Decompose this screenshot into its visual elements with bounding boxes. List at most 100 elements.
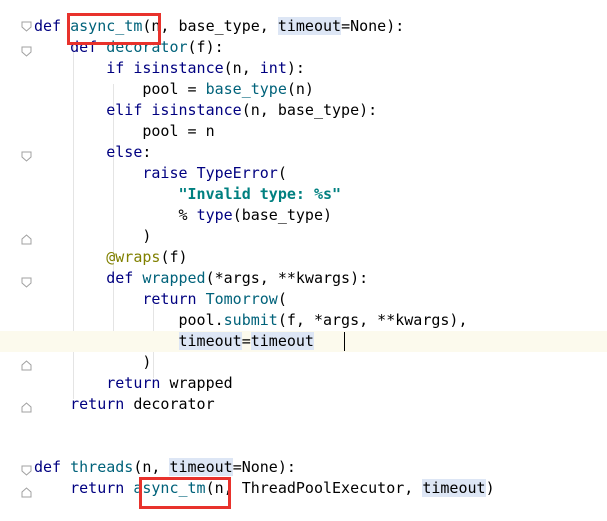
code-token: wrapped bbox=[142, 269, 206, 287]
code-token: (f, *args, **kwargs), bbox=[277, 311, 468, 329]
code-token: TypeError bbox=[196, 164, 278, 182]
code-token: (*args, **kwargs): bbox=[205, 269, 369, 287]
code-line[interactable]: return Tomorrow( bbox=[0, 289, 607, 310]
code-token: (n, ThreadPoolExecutor, bbox=[205, 479, 423, 497]
code-line[interactable]: if isinstance(n, int): bbox=[0, 58, 607, 79]
code-line[interactable] bbox=[0, 415, 607, 436]
annotation-box-async-tm-call bbox=[139, 477, 231, 509]
code-line[interactable]: pool.submit(f, *args, **kwargs), bbox=[0, 310, 607, 331]
code-text: return Tomorrow( bbox=[34, 289, 287, 310]
code-line[interactable]: raise TypeError( bbox=[0, 163, 607, 184]
code-token: ( bbox=[277, 290, 287, 308]
code-line[interactable]: pool = n bbox=[0, 121, 607, 142]
code-token: raise bbox=[142, 164, 197, 182]
code-token: (f): bbox=[187, 38, 224, 56]
code-token: timeout bbox=[422, 479, 486, 497]
code-text: % type(base_type) bbox=[34, 205, 332, 226]
code-token: timeout bbox=[178, 332, 242, 350]
code-line[interactable] bbox=[0, 436, 607, 457]
code-token: return bbox=[142, 290, 206, 308]
code-token: ) bbox=[34, 353, 152, 371]
code-token: def bbox=[106, 269, 143, 287]
code-token: @wraps bbox=[106, 248, 161, 266]
code-token: (n, base_type): bbox=[241, 101, 378, 119]
code-token: pool = bbox=[34, 80, 206, 98]
code-token: def bbox=[34, 458, 71, 476]
code-text: return wrapped bbox=[34, 373, 233, 394]
code-text: pool.submit(f, *args, **kwargs), bbox=[34, 310, 468, 331]
code-line[interactable]: return async_tm(n, ThreadPoolExecutor, t… bbox=[0, 478, 607, 499]
code-token: type bbox=[196, 206, 233, 224]
code-token: : bbox=[142, 143, 152, 161]
code-token: "Invalid type: %s" bbox=[178, 185, 342, 203]
code-text: "Invalid type: %s" bbox=[34, 184, 342, 205]
code-line[interactable]: else: bbox=[0, 142, 607, 163]
code-text: def threads(n, timeout=None): bbox=[34, 457, 296, 478]
code-token: threads bbox=[70, 458, 134, 476]
code-line[interactable]: def threads(n, timeout=None): bbox=[0, 457, 607, 478]
code-text: def wrapped(*args, **kwargs): bbox=[34, 268, 368, 289]
code-token: (n, bbox=[223, 59, 260, 77]
code-text: elif isinstance(n, base_type): bbox=[34, 100, 377, 121]
code-line[interactable]: elif isinstance(n, base_type): bbox=[0, 100, 607, 121]
code-token: return bbox=[70, 479, 134, 497]
code-token: return bbox=[106, 374, 170, 392]
code-line[interactable]: @wraps(f) bbox=[0, 247, 607, 268]
code-token: timeout bbox=[277, 17, 342, 35]
code-text: ) bbox=[34, 226, 151, 247]
code-token: else bbox=[106, 143, 143, 161]
code-token: = bbox=[241, 332, 251, 350]
code-token: return bbox=[70, 395, 134, 413]
code-text: @wraps(f) bbox=[34, 247, 188, 268]
code-token: base_type bbox=[205, 80, 287, 98]
code-token: elif bbox=[106, 101, 152, 119]
code-line[interactable]: % type(base_type) bbox=[0, 205, 607, 226]
code-line[interactable]: ) bbox=[0, 226, 607, 247]
text-caret bbox=[344, 332, 345, 351]
code-line[interactable]: "Invalid type: %s" bbox=[0, 184, 607, 205]
code-token: (f) bbox=[160, 248, 188, 266]
code-token: % bbox=[34, 206, 197, 224]
code-text: pool = base_type(n) bbox=[34, 79, 314, 100]
code-line[interactable]: ) bbox=[0, 352, 607, 373]
code-line[interactable]: pool = base_type(n) bbox=[0, 79, 607, 100]
code-text: timeout=timeout bbox=[34, 331, 314, 352]
code-line[interactable]: return decorator bbox=[0, 394, 607, 415]
code-editor[interactable]: def async_tm(n, base_type, timeout=None)… bbox=[0, 0, 607, 521]
code-token: timeout bbox=[250, 332, 314, 350]
code-token: ): bbox=[286, 59, 305, 77]
code-token: (base_type) bbox=[232, 206, 333, 224]
code-token: Tomorrow bbox=[205, 290, 278, 308]
code-text: raise TypeError( bbox=[34, 163, 287, 184]
code-line[interactable]: def wrapped(*args, **kwargs): bbox=[0, 268, 607, 289]
code-token: wrapped bbox=[169, 374, 233, 392]
code-line[interactable]: return wrapped bbox=[0, 373, 607, 394]
code-token: ) bbox=[34, 227, 152, 245]
code-text: if isinstance(n, int): bbox=[34, 58, 305, 79]
code-text: else: bbox=[34, 142, 151, 163]
code-token: (n, bbox=[133, 458, 170, 476]
code-token: =None): bbox=[232, 458, 296, 476]
annotation-box-async-tm-def bbox=[67, 13, 161, 45]
code-token: =None): bbox=[341, 17, 405, 35]
code-token: ( bbox=[277, 164, 287, 182]
code-token: (n) bbox=[286, 80, 314, 98]
code-token: pool. bbox=[34, 311, 224, 329]
code-line-current[interactable]: timeout=timeout bbox=[0, 331, 607, 352]
code-text: ) bbox=[34, 352, 151, 373]
code-token: submit bbox=[223, 311, 278, 329]
code-token: int bbox=[259, 59, 287, 77]
code-token: timeout bbox=[169, 458, 233, 476]
